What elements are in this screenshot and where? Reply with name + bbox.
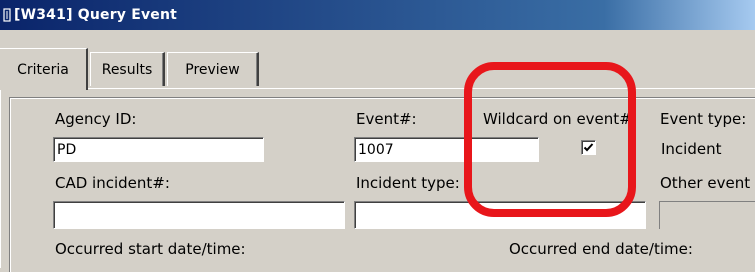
agency-id-field[interactable] — [53, 137, 264, 162]
occurred-end-label: Occurred end date/time: — [509, 240, 693, 258]
tab-results-label: Results — [101, 61, 153, 78]
incident-type-label: Incident type: — [356, 174, 460, 192]
cad-incident-field[interactable] — [53, 201, 345, 229]
tab-results[interactable]: Results — [90, 52, 165, 86]
app-icon — [2, 7, 12, 23]
tab-preview[interactable]: Preview — [167, 52, 259, 86]
event-type-label: Event type: — [660, 110, 747, 128]
event-type-value[interactable]: Incident — [661, 140, 721, 158]
agency-id-label: Agency ID: — [55, 110, 137, 128]
occurred-start-label: Occurred start date/time: — [55, 240, 246, 258]
agency-id-input[interactable] — [54, 138, 263, 161]
title-bar[interactable]: [W341] Query Event — [0, 0, 755, 30]
highlight-annotation — [464, 62, 636, 217]
other-event-field[interactable] — [659, 201, 755, 229]
other-event-label: Other event — [660, 174, 751, 192]
event-number-label: Event#: — [356, 110, 417, 128]
tab-criteria[interactable]: Criteria — [0, 48, 88, 90]
window-title: [W341] Query Event — [14, 7, 178, 23]
cad-incident-input[interactable] — [54, 202, 344, 228]
tab-preview-label: Preview — [185, 61, 240, 78]
cad-incident-label: CAD incident#: — [55, 174, 170, 192]
tab-criteria-label: Criteria — [17, 61, 69, 78]
tab-strip: Criteria Results Preview — [0, 30, 755, 92]
